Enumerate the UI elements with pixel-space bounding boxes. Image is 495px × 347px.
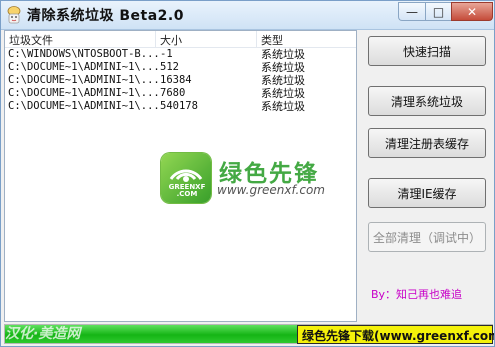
maximize-button[interactable]: □ [425, 2, 451, 21]
type-cell: 系统垃圾 [261, 48, 305, 61]
table-row[interactable]: C:\WINDOWS\NTOSBOOT-B... -1 系统垃圾 [5, 48, 356, 61]
type-cell: 系统垃圾 [261, 100, 305, 113]
clean-all-button[interactable]: 全部清理（调试中） [368, 222, 486, 252]
table-row[interactable]: C:\DOCUME~1\ADMINI~1\... 7680 系统垃圾 [5, 87, 356, 100]
author-label: By：知己再也难追 [371, 288, 463, 301]
type-cell: 系统垃圾 [261, 87, 305, 100]
file-cell: C:\DOCUME~1\ADMINI~1\... [8, 87, 160, 99]
file-cell: C:\WINDOWS\NTOSBOOT-B... [8, 48, 160, 60]
clean-system-junk-button[interactable]: 清理系统垃圾 [368, 86, 486, 116]
badge-label: GREENXF .COM [168, 183, 206, 198]
clean-ie-cache-button[interactable]: 清理IE缓存 [368, 178, 486, 208]
download-banner[interactable]: 绿色先锋下载(www.greenxf.com) [297, 325, 495, 344]
greenxf-badge-icon: GREENXF .COM [161, 153, 211, 203]
list-header: 垃圾文件 大小 类型 [5, 31, 356, 48]
type-cell: 系统垃圾 [261, 61, 305, 74]
file-cell: C:\DOCUME~1\ADMINI~1\... [8, 61, 160, 73]
size-cell: 7680 [160, 87, 186, 99]
column-divider[interactable] [256, 31, 257, 47]
close-button[interactable]: ✕ [451, 2, 493, 21]
watermark-url: www.greenxf.com [217, 183, 325, 197]
size-cell: -1 [160, 48, 173, 60]
clean-registry-cache-button[interactable]: 清理注册表缓存 [368, 128, 486, 158]
table-row[interactable]: C:\DOCUME~1\ADMINI~1\... 512 系统垃圾 [5, 61, 356, 74]
column-header-size[interactable]: 大小 [160, 32, 182, 48]
file-cell: C:\DOCUME~1\ADMINI~1\... [8, 74, 160, 86]
column-divider[interactable] [155, 31, 156, 47]
wifi-leaf-icon [169, 169, 203, 182]
minimize-button[interactable]: — [398, 2, 425, 21]
file-cell: C:\DOCUME~1\ADMINI~1\... [8, 100, 160, 112]
size-cell: 540178 [160, 100, 198, 112]
column-header-file[interactable]: 垃圾文件 [9, 32, 53, 48]
column-header-type[interactable]: 类型 [261, 32, 283, 48]
quick-scan-button[interactable]: 快速扫描 [368, 36, 486, 66]
watermark-logo: GREENXF .COM 绿色先锋 www.greenxf.com [161, 153, 331, 208]
app-icon [7, 6, 21, 24]
title-bar[interactable]: 清除系统垃圾 Beta2.0 — □ ✕ [1, 1, 494, 30]
main-window: 清除系统垃圾 Beta2.0 — □ ✕ 垃圾文件 大小 类型 C:\WINDO… [0, 0, 495, 347]
type-cell: 系统垃圾 [261, 74, 305, 87]
table-row[interactable]: C:\DOCUME~1\ADMINI~1\... 16384 系统垃圾 [5, 74, 356, 87]
banner-text: 绿色先锋下载(www.greenxf.com) [302, 329, 495, 343]
window-title: 清除系统垃圾 Beta2.0 [27, 8, 184, 24]
size-cell: 512 [160, 61, 179, 73]
table-row[interactable]: C:\DOCUME~1\ADMINI~1\... 540178 系统垃圾 [5, 100, 356, 113]
size-cell: 16384 [160, 74, 192, 86]
watermark-left-text: 汉化·美造网 [5, 326, 81, 342]
